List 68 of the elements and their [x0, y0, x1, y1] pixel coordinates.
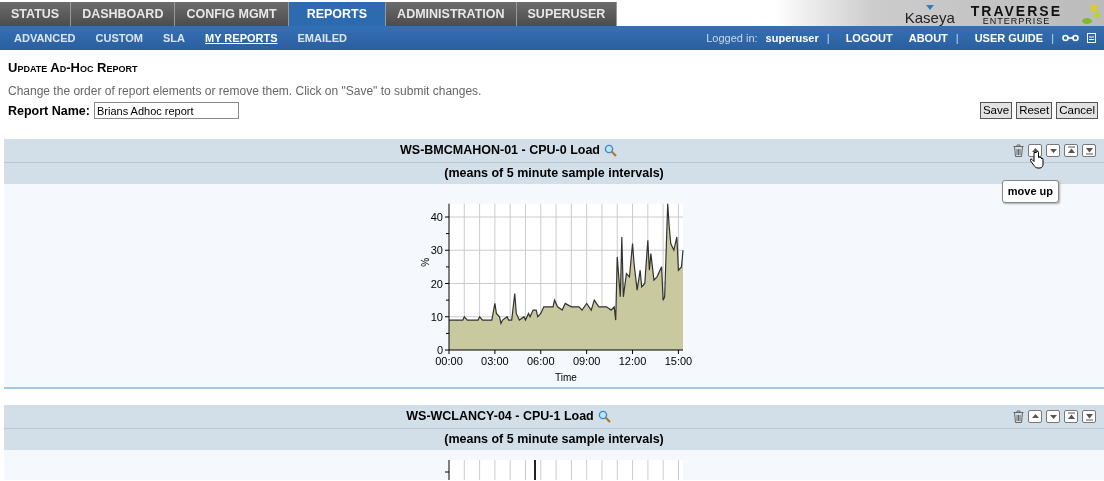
axis-tick-label: 10: [430, 311, 443, 323]
axis-tick-label: 15:00: [664, 355, 693, 368]
bottom-arrow-icon: [1084, 146, 1094, 156]
axis-tick-label: 00:00: [435, 355, 463, 368]
page-title: Update Ad-Hoc Report: [8, 59, 139, 77]
sub-nav-link[interactable]: SLA: [153, 29, 195, 47]
top-arrow-icon: [1066, 146, 1076, 156]
axis-tick-label: 40: [430, 211, 443, 224]
brand-name: Kaseya: [904, 10, 955, 26]
move-top-button[interactable]: [1064, 144, 1078, 158]
axis-tick-label: 30: [430, 244, 443, 257]
nav-tab[interactable]: CONFIG MGMT: [175, 2, 289, 26]
axis-tick-label: 03:00: [481, 355, 509, 368]
report-subtitle: (means of 5 minute sample intervals): [444, 431, 664, 449]
axis-tick-label: 0: [436, 344, 443, 357]
axis-tick-label: 12:00: [618, 355, 647, 368]
move-down-button[interactable]: [1046, 410, 1060, 424]
down-arrow-icon: [1048, 412, 1058, 422]
trash-icon[interactable]: [1013, 410, 1024, 424]
nav-tab[interactable]: REPORTS: [288, 2, 387, 26]
separator: |: [1051, 30, 1054, 46]
page-description: Change the order of report elements or remove them. Click on "Save" to submit changes.: [8, 82, 483, 100]
separator: |: [955, 30, 959, 46]
header-link[interactable]: LOGOUT: [845, 29, 893, 47]
page-icon[interactable]: [1087, 33, 1096, 43]
move-bottom-button[interactable]: [1082, 410, 1096, 424]
hand-cursor-icon: [1030, 151, 1044, 170]
report-title: WS-BMCMAHON-01 - CPU-0 Load: [400, 142, 600, 160]
down-arrow-icon: [1048, 146, 1058, 156]
report-name-field[interactable]: Brians Adhoc report: [93, 102, 239, 120]
move-down-button[interactable]: [1046, 144, 1060, 158]
search-icon[interactable]: [597, 410, 611, 424]
sub-nav-link[interactable]: ADVANCED: [4, 29, 86, 47]
form-button[interactable]: Save: [979, 102, 1013, 120]
sub-nav-link[interactable]: CUSTOM: [85, 29, 153, 47]
search-icon[interactable]: [604, 144, 617, 158]
link-icon[interactable]: [1062, 34, 1079, 42]
report-subtitle: (means of 5 minute sample intervals): [444, 165, 664, 183]
login-label: Logged in:: [706, 30, 758, 46]
edition-name: ENTERPRISE: [982, 17, 1051, 26]
axis-tick-label: 20: [430, 277, 443, 290]
move-bottom-button[interactable]: [1082, 144, 1096, 158]
logo-icon: [923, 5, 936, 10]
axis-tick-label: 06:00: [527, 355, 555, 368]
tooltip: move up: [1001, 180, 1059, 203]
form-button[interactable]: Cancel: [1056, 102, 1098, 120]
form-button[interactable]: Reset: [1016, 102, 1053, 120]
move-up-button[interactable]: [1028, 410, 1042, 424]
header-link[interactable]: USER GUIDE: [974, 29, 1044, 47]
field-label: Report Name:: [8, 102, 90, 120]
sub-nav-link[interactable]: MY REPORTS: [195, 29, 288, 47]
username: superuser: [765, 30, 819, 46]
move-top-button[interactable]: [1064, 410, 1078, 424]
sub-nav-link[interactable]: EMAILED: [287, 29, 358, 47]
nav-tab[interactable]: STATUS: [0, 2, 72, 26]
nav-tab[interactable]: SUPERUSER: [516, 2, 618, 26]
nav-tab[interactable]: ADMINISTRATION: [386, 2, 517, 26]
trash-icon[interactable]: [1013, 144, 1024, 158]
axis-tick-label: 09:00: [572, 355, 601, 368]
top-arrow-icon: [1066, 412, 1076, 422]
separator: |: [826, 30, 830, 46]
bottom-arrow-icon: [1084, 412, 1094, 422]
nav-tab[interactable]: DASHBOARD: [71, 2, 176, 26]
product-name: TRAVERSE: [970, 5, 1062, 17]
header-link[interactable]: ABOUT: [908, 29, 948, 47]
axis-title: %: [420, 258, 431, 267]
axis-title: Time: [555, 372, 577, 384]
report-title: WS-WCLANCY-04 - CPU-1 Load: [406, 408, 594, 426]
